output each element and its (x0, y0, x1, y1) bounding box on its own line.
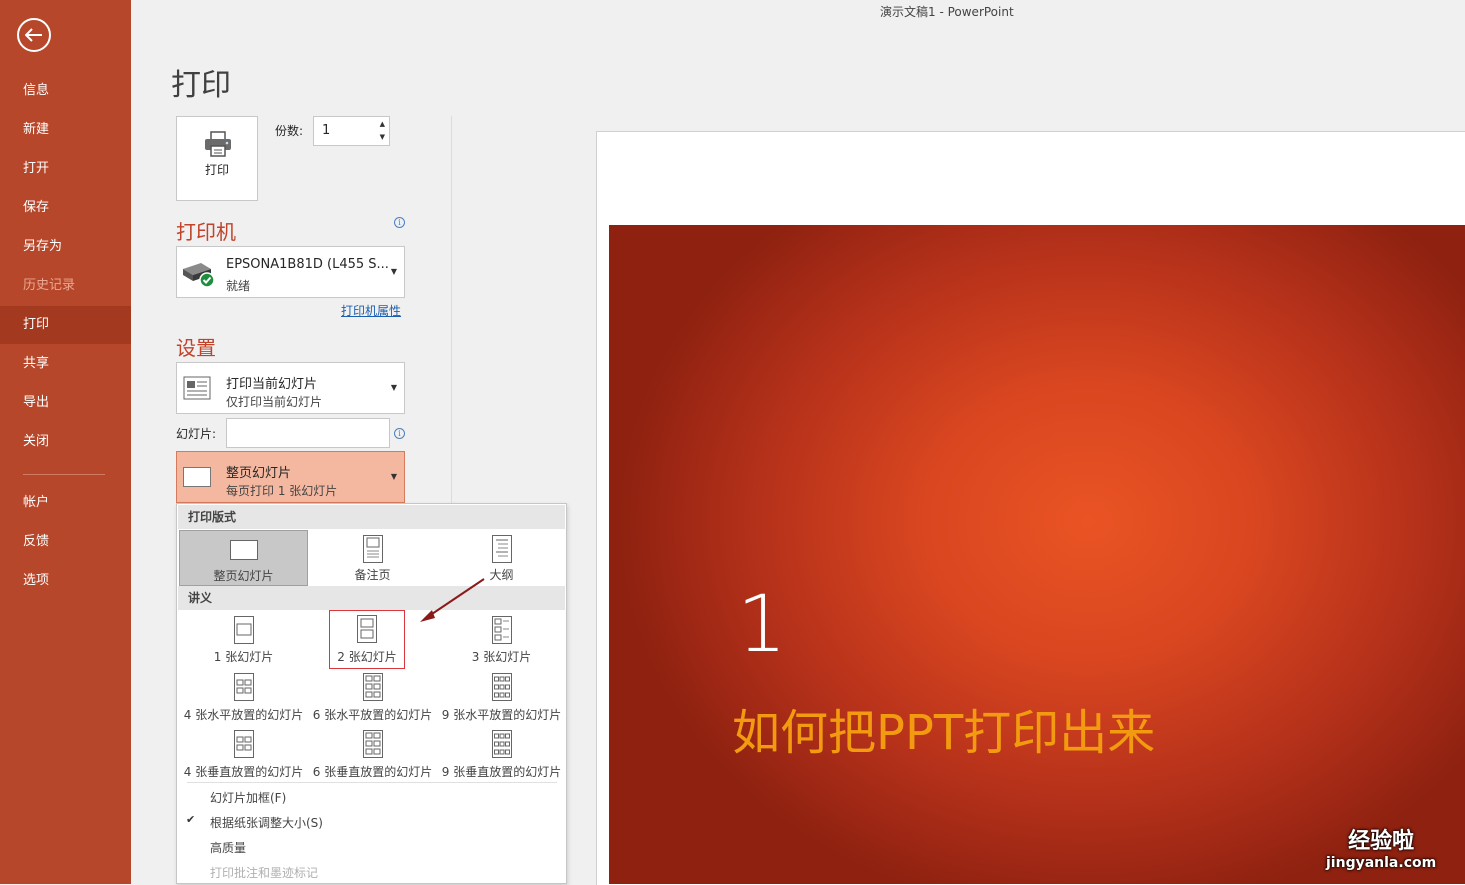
handout-9-vertical-icon (491, 730, 512, 758)
full-slide-layout-icon (229, 540, 258, 560)
checkmark-icon: ✔ (186, 813, 196, 826)
print-range-subtitle: 仅打印当前幻灯片 (226, 395, 323, 409)
handout-label: 4 张垂直放置的幻灯片 (183, 765, 304, 779)
handout-label: 1 张幻灯片 (213, 650, 274, 664)
slide-preview: 1 如何把PPT打印出来 (609, 225, 1465, 884)
handout-label: 3 张幻灯片 (471, 650, 532, 664)
popup-separator (187, 782, 557, 783)
print-range-dropdown[interactable]: 打印当前幻灯片 仅打印当前幻灯片 ▼ (176, 362, 405, 414)
handout-6-horizontal[interactable]: 6 张水平放置的幻灯片 (308, 669, 437, 725)
watermark-line2: jingyanla.com (1326, 855, 1437, 871)
sidebar-item-history: 历史记录 (23, 278, 76, 293)
annotation-arrow (420, 578, 485, 622)
window-title: 演示文稿1 - PowerPoint (880, 5, 1014, 19)
handout-4-horizontal[interactable]: 4 张水平放置的幻灯片 (179, 669, 308, 725)
print-button-label: 打印 (204, 163, 229, 177)
handout-6-vertical-icon (362, 730, 383, 758)
backstage-sidebar: 信息 新建 打开 保存 另存为 历史记录 打印 共享 导出 关闭 帐户 反馈 选… (0, 0, 131, 884)
handout-9-vertical[interactable]: 9 张垂直放置的幻灯片 (437, 726, 566, 782)
print-button[interactable]: 打印 (176, 116, 258, 201)
handout-1-icon (233, 616, 254, 644)
sidebar-item-share[interactable]: 共享 (0, 345, 131, 383)
sidebar-item-account[interactable]: 帐户 (0, 484, 131, 522)
handout-6-horizontal-icon (362, 673, 383, 701)
handout-label: 6 张水平放置的幻灯片 (312, 708, 433, 722)
current-slide-icon (183, 376, 211, 400)
handout-9-horizontal[interactable]: 9 张水平放置的幻灯片 (437, 669, 566, 725)
watermark-line1: 经验啦 (1348, 829, 1415, 854)
print-layout-title: 整页幻灯片 (226, 466, 292, 481)
handout-label: 9 张垂直放置的幻灯片 (441, 765, 562, 779)
settings-section-title: 设置 (176, 336, 216, 360)
printer-icon (205, 131, 231, 157)
copies-value: 1 (322, 123, 331, 138)
sidebar-item-feedback[interactable]: 反馈 (0, 523, 131, 561)
copies-stepper[interactable]: 1 ▲ ▼ (313, 116, 390, 146)
chevron-down-icon: ▼ (390, 267, 397, 276)
layout-full-slide[interactable]: 整页幻灯片 (179, 530, 308, 586)
printer-name: EPSONA1B81D (L455 S... (226, 257, 389, 272)
back-arrow-icon (25, 28, 42, 42)
handout-6-vertical[interactable]: 6 张垂直放置的幻灯片 (308, 726, 437, 782)
print-layout-popup: 打印版式 整页幻灯片 备注页 大纲 讲义 1 张幻灯片 2 张幻灯片 3 张幻灯… (176, 503, 567, 884)
spin-down-icon[interactable]: ▼ (380, 134, 385, 141)
slide-title: 如何把PPT打印出来 (732, 705, 1156, 761)
handout-2-icon (357, 615, 377, 643)
handout-4-vertical[interactable]: 4 张垂直放置的幻灯片 (179, 726, 308, 782)
handout-2-slides[interactable]: 2 张幻灯片 (329, 610, 405, 669)
printer-dropdown[interactable]: EPSONA1B81D (L455 S... 就绪 ▼ (176, 246, 405, 298)
print-range-title: 打印当前幻灯片 (226, 377, 318, 392)
chevron-down-icon: ▼ (390, 383, 397, 392)
full-slide-icon (183, 467, 211, 487)
sidebar-item-close[interactable]: 关闭 (0, 423, 131, 461)
handout-label: 9 张水平放置的幻灯片 (441, 708, 562, 722)
printer-section-title: 打印机 (176, 220, 236, 244)
printer-properties-link[interactable]: 打印机属性 (341, 302, 401, 319)
print-layout-subtitle: 每页打印 1 张幻灯片 (226, 484, 338, 498)
spin-up-icon[interactable]: ▲ (380, 121, 385, 128)
sidebar-item-new[interactable]: 新建 (0, 111, 131, 149)
chevron-down-icon: ▼ (390, 472, 397, 481)
printer-status: 就绪 (226, 279, 251, 293)
sidebar-item-print[interactable]: 打印 (0, 306, 131, 344)
handout-4-vertical-icon (233, 730, 254, 758)
option-frame-slides[interactable]: 幻灯片加框(F) (210, 789, 286, 806)
handouts-header: 讲义 (178, 586, 565, 610)
info-icon[interactable]: i (394, 428, 405, 439)
handout-9-horizontal-icon (491, 673, 512, 701)
sidebar-divider (23, 474, 105, 475)
handout-label: 2 张幻灯片 (337, 650, 397, 664)
handout-3-icon (491, 616, 512, 644)
handout-label: 4 张水平放置的幻灯片 (183, 708, 304, 722)
sidebar-item-open[interactable]: 打开 (0, 150, 131, 188)
back-button[interactable] (17, 18, 51, 52)
watermark: 经验啦 jingyanla.com (1326, 830, 1436, 872)
printer-ready-icon (183, 263, 215, 288)
print-layout-header: 打印版式 (178, 505, 565, 529)
handout-1-slide[interactable]: 1 张幻灯片 (179, 611, 308, 667)
option-print-comments: 打印批注和墨迹标记 (210, 866, 319, 880)
info-icon[interactable]: i (394, 217, 405, 228)
sidebar-item-save[interactable]: 保存 (0, 189, 131, 227)
copies-label: 份数: (275, 124, 304, 138)
outline-icon (491, 535, 512, 563)
layout-label: 整页幻灯片 (213, 569, 274, 583)
slide-number: 1 (737, 580, 787, 670)
sidebar-item-info[interactable]: 信息 (0, 72, 131, 110)
print-layout-dropdown[interactable]: 整页幻灯片 每页打印 1 张幻灯片 ▼ (176, 451, 405, 503)
notes-page-icon (362, 535, 383, 563)
option-scale-to-fit[interactable]: 根据纸张调整大小(S) (210, 814, 323, 831)
handout-4-horizontal-icon (233, 673, 254, 701)
option-high-quality[interactable]: 高质量 (210, 839, 246, 856)
slides-input[interactable] (226, 418, 390, 448)
page-title: 打印 (171, 68, 231, 103)
slides-label: 幻灯片: (176, 427, 217, 441)
sidebar-item-export[interactable]: 导出 (0, 384, 131, 422)
sidebar-item-options[interactable]: 选项 (0, 562, 131, 600)
sidebar-item-save-as[interactable]: 另存为 (0, 228, 131, 266)
handout-label: 6 张垂直放置的幻灯片 (312, 765, 433, 779)
